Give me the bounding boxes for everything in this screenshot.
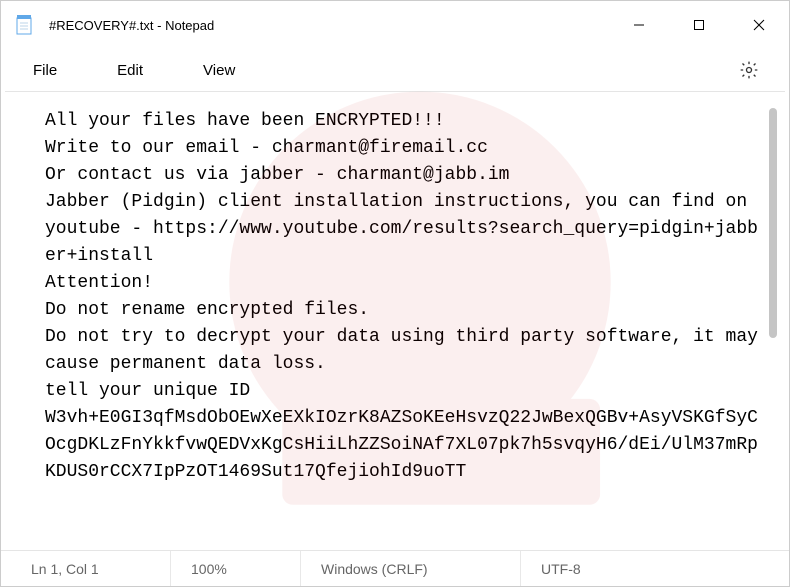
close-button[interactable] [729,1,789,49]
menu-file[interactable]: File [23,56,67,85]
menubar: File Edit View [1,49,789,91]
status-encoding: UTF-8 [521,551,789,586]
scrollbar-thumb[interactable] [769,108,777,338]
window-controls [609,1,789,49]
minimize-button[interactable] [609,1,669,49]
status-line-ending: Windows (CRLF) [301,551,521,586]
status-cursor-position: Ln 1, Col 1 [1,551,171,586]
status-zoom: 100% [171,551,301,586]
maximize-button[interactable] [669,1,729,49]
menu-edit[interactable]: Edit [107,56,153,85]
menu-view[interactable]: View [193,56,245,85]
vertical-scrollbar[interactable] [767,108,781,540]
notepad-icon [15,14,33,36]
settings-button[interactable] [731,52,767,88]
window-title: #RECOVERY#.txt - Notepad [49,18,214,33]
titlebar: #RECOVERY#.txt - Notepad [1,1,789,49]
text-area[interactable]: All your files have been ENCRYPTED!!! Wr… [1,92,789,540]
document-content[interactable]: All your files have been ENCRYPTED!!! Wr… [45,108,767,540]
statusbar: Ln 1, Col 1 100% Windows (CRLF) UTF-8 [1,550,789,586]
